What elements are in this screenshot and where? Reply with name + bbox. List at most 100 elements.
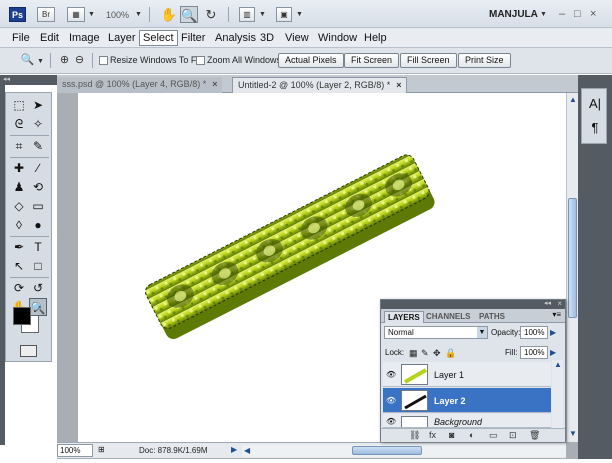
chevron-down-icon[interactable]: ▼ xyxy=(296,11,303,18)
fill-screen-button[interactable]: Fill Screen xyxy=(400,53,457,68)
chevron-down-icon[interactable]: ▼ xyxy=(37,58,44,65)
screen-mode-button[interactable]: ▣ xyxy=(276,7,292,22)
move-tool-icon[interactable]: ➤ xyxy=(29,96,47,114)
chevron-down-icon[interactable]: ▼ xyxy=(259,11,266,18)
path-selection-icon[interactable]: ↖ xyxy=(10,257,28,275)
eyedropper-icon[interactable]: ✎ xyxy=(29,137,47,155)
pen-tool-icon[interactable]: ✒ xyxy=(10,238,28,256)
gradient-tool-icon[interactable]: ▭ xyxy=(29,197,47,215)
layer-row-layer-1[interactable]: 👁 Layer 1 xyxy=(383,362,551,387)
close-icon[interactable]: × xyxy=(557,299,562,308)
dodge-tool-icon[interactable]: ● xyxy=(29,216,47,234)
delete-layer-icon[interactable]: 🗑 xyxy=(529,430,540,441)
collapse-icon[interactable]: ◂◂ xyxy=(544,299,551,307)
eraser-icon[interactable]: ◇ xyxy=(10,197,28,215)
tab-sss[interactable]: sss.psd @ 100% (Layer 4, RGB/8) * × xyxy=(57,77,223,93)
menu-edit[interactable]: Edit xyxy=(37,31,62,45)
zoom-all-windows-checkbox[interactable] xyxy=(196,56,205,65)
clone-stamp-icon[interactable]: ♟ xyxy=(10,178,28,196)
maximize-button[interactable]: □ xyxy=(574,8,581,20)
link-layers-icon[interactable]: ⛓ xyxy=(409,430,420,441)
print-size-button[interactable]: Print Size xyxy=(458,53,511,68)
shape-tool-icon[interactable]: □ xyxy=(29,257,47,275)
menu-analysis[interactable]: Analysis xyxy=(212,31,259,45)
close-icon[interactable]: × xyxy=(212,79,217,89)
lock-transparency-icon[interactable]: ▦ xyxy=(409,348,418,359)
fit-screen-button[interactable]: Fit Screen xyxy=(344,53,400,68)
visibility-eye-icon[interactable]: 👁 xyxy=(386,396,396,405)
horizontal-scroll-thumb[interactable] xyxy=(352,446,422,455)
healing-brush-icon[interactable]: ✚ xyxy=(10,159,28,177)
tab-paths[interactable]: PATHS xyxy=(476,311,508,323)
menu-image[interactable]: Image xyxy=(66,31,103,45)
layer-style-icon[interactable]: fx xyxy=(429,430,436,440)
tab-layers[interactable]: LAYERS xyxy=(384,311,424,323)
status-zoom-field[interactable]: 100% xyxy=(57,444,93,457)
lock-pixels-icon[interactable]: ✎ xyxy=(421,348,429,359)
zoom-out-icon[interactable]: ⊖ xyxy=(72,53,87,68)
menu-view[interactable]: View xyxy=(282,31,312,45)
fill-field[interactable]: 100% xyxy=(520,346,548,359)
document-info[interactable]: Doc: 878.9K/1.69M xyxy=(139,446,207,455)
lock-position-icon[interactable]: ✥ xyxy=(433,348,441,359)
bridge-button[interactable]: Br xyxy=(37,7,55,22)
3d-rotate-icon[interactable]: ⟳ xyxy=(10,279,28,297)
menu-select[interactable]: Select xyxy=(139,30,178,46)
chevron-down-icon[interactable]: ▼ xyxy=(477,327,487,338)
lasso-tool-icon[interactable]: ᘓ xyxy=(10,115,28,133)
layer-row-layer-2[interactable]: 👁 Layer 2 xyxy=(383,388,551,413)
scroll-left-icon[interactable]: ◀ xyxy=(244,446,250,455)
history-brush-icon[interactable]: ⟲ xyxy=(29,178,47,196)
quick-mask-button[interactable] xyxy=(20,345,37,357)
scroll-up-icon[interactable]: ▲ xyxy=(569,95,577,104)
vertical-scrollbar[interactable]: ▲ ▼ xyxy=(566,93,578,442)
3d-orbit-icon[interactable]: ↺ xyxy=(29,279,47,297)
new-group-icon[interactable]: ▭ xyxy=(489,430,498,441)
opacity-slider-icon[interactable]: ▶ xyxy=(550,326,559,339)
brush-tool-icon[interactable]: ∕ xyxy=(29,159,47,177)
chevron-down-icon[interactable]: ▼ xyxy=(88,11,95,18)
rotate-view-icon[interactable]: ↻ xyxy=(202,6,220,23)
workspace-switcher[interactable]: MANJULA xyxy=(489,9,538,20)
layer-row-background[interactable]: 👁 Background xyxy=(383,414,551,428)
zoom-tool-preset-icon[interactable]: 🔍 xyxy=(20,53,35,68)
panel-menu-icon[interactable]: ▾≡ xyxy=(552,310,561,319)
zoom-tool-icon[interactable]: 🔍 xyxy=(180,6,198,23)
visibility-eye-icon[interactable]: 👁 xyxy=(386,370,396,379)
foreground-color-swatch[interactable] xyxy=(13,307,31,325)
menu-help[interactable]: Help xyxy=(361,31,390,45)
opacity-field[interactable]: 100% xyxy=(520,326,548,339)
menu-3d[interactable]: 3D xyxy=(257,31,277,45)
type-tool-icon[interactable]: T xyxy=(29,238,47,256)
scroll-down-icon[interactable]: ▼ xyxy=(569,429,577,438)
adjustment-layer-icon[interactable]: ◐ xyxy=(469,430,474,440)
chevron-down-icon[interactable]: ▼ xyxy=(135,11,142,18)
blur-tool-icon[interactable]: ◊ xyxy=(10,216,28,234)
close-icon[interactable]: × xyxy=(396,80,401,90)
menu-filter[interactable]: Filter xyxy=(178,31,208,45)
blend-mode-dropdown[interactable]: Normal ▼ xyxy=(384,326,488,339)
menu-layer[interactable]: Layer xyxy=(105,31,139,45)
paragraph-panel-icon[interactable]: ¶ xyxy=(586,119,604,137)
add-mask-icon[interactable]: ◙ xyxy=(449,430,454,440)
status-menu-icon[interactable]: ▶ xyxy=(231,445,237,454)
marquee-tool-icon[interactable]: ⬚ xyxy=(10,96,28,114)
layers-scrollbar[interactable]: ▲ xyxy=(552,360,563,432)
crop-tool-icon[interactable]: ⌗ xyxy=(10,137,28,155)
resize-windows-checkbox[interactable] xyxy=(99,56,108,65)
character-panel-icon[interactable]: A| xyxy=(586,95,604,113)
vertical-scroll-thumb[interactable] xyxy=(568,198,577,318)
zoom-level-dropdown[interactable]: 100% xyxy=(106,10,129,20)
swap-colors-icon[interactable]: ⤢ xyxy=(34,305,40,315)
zoom-in-icon[interactable]: ⊕ xyxy=(57,53,72,68)
tab-untitled-2[interactable]: Untitled-2 @ 100% (Layer 2, RGB/8) * × xyxy=(232,77,408,93)
view-extras-button[interactable]: ▦ xyxy=(67,7,85,22)
actual-pixels-button[interactable]: Actual Pixels xyxy=(278,53,344,68)
tab-channels[interactable]: CHANNELS xyxy=(423,311,473,323)
magic-wand-icon[interactable]: ✧ xyxy=(29,115,47,133)
minimize-button[interactable]: – xyxy=(559,8,565,20)
preview-icon[interactable]: ⊞ xyxy=(98,445,105,454)
horizontal-scrollbar[interactable]: ◀ xyxy=(242,445,566,457)
chevron-down-icon[interactable]: ▼ xyxy=(540,11,547,18)
arrange-documents-button[interactable]: ▥ xyxy=(239,7,255,22)
